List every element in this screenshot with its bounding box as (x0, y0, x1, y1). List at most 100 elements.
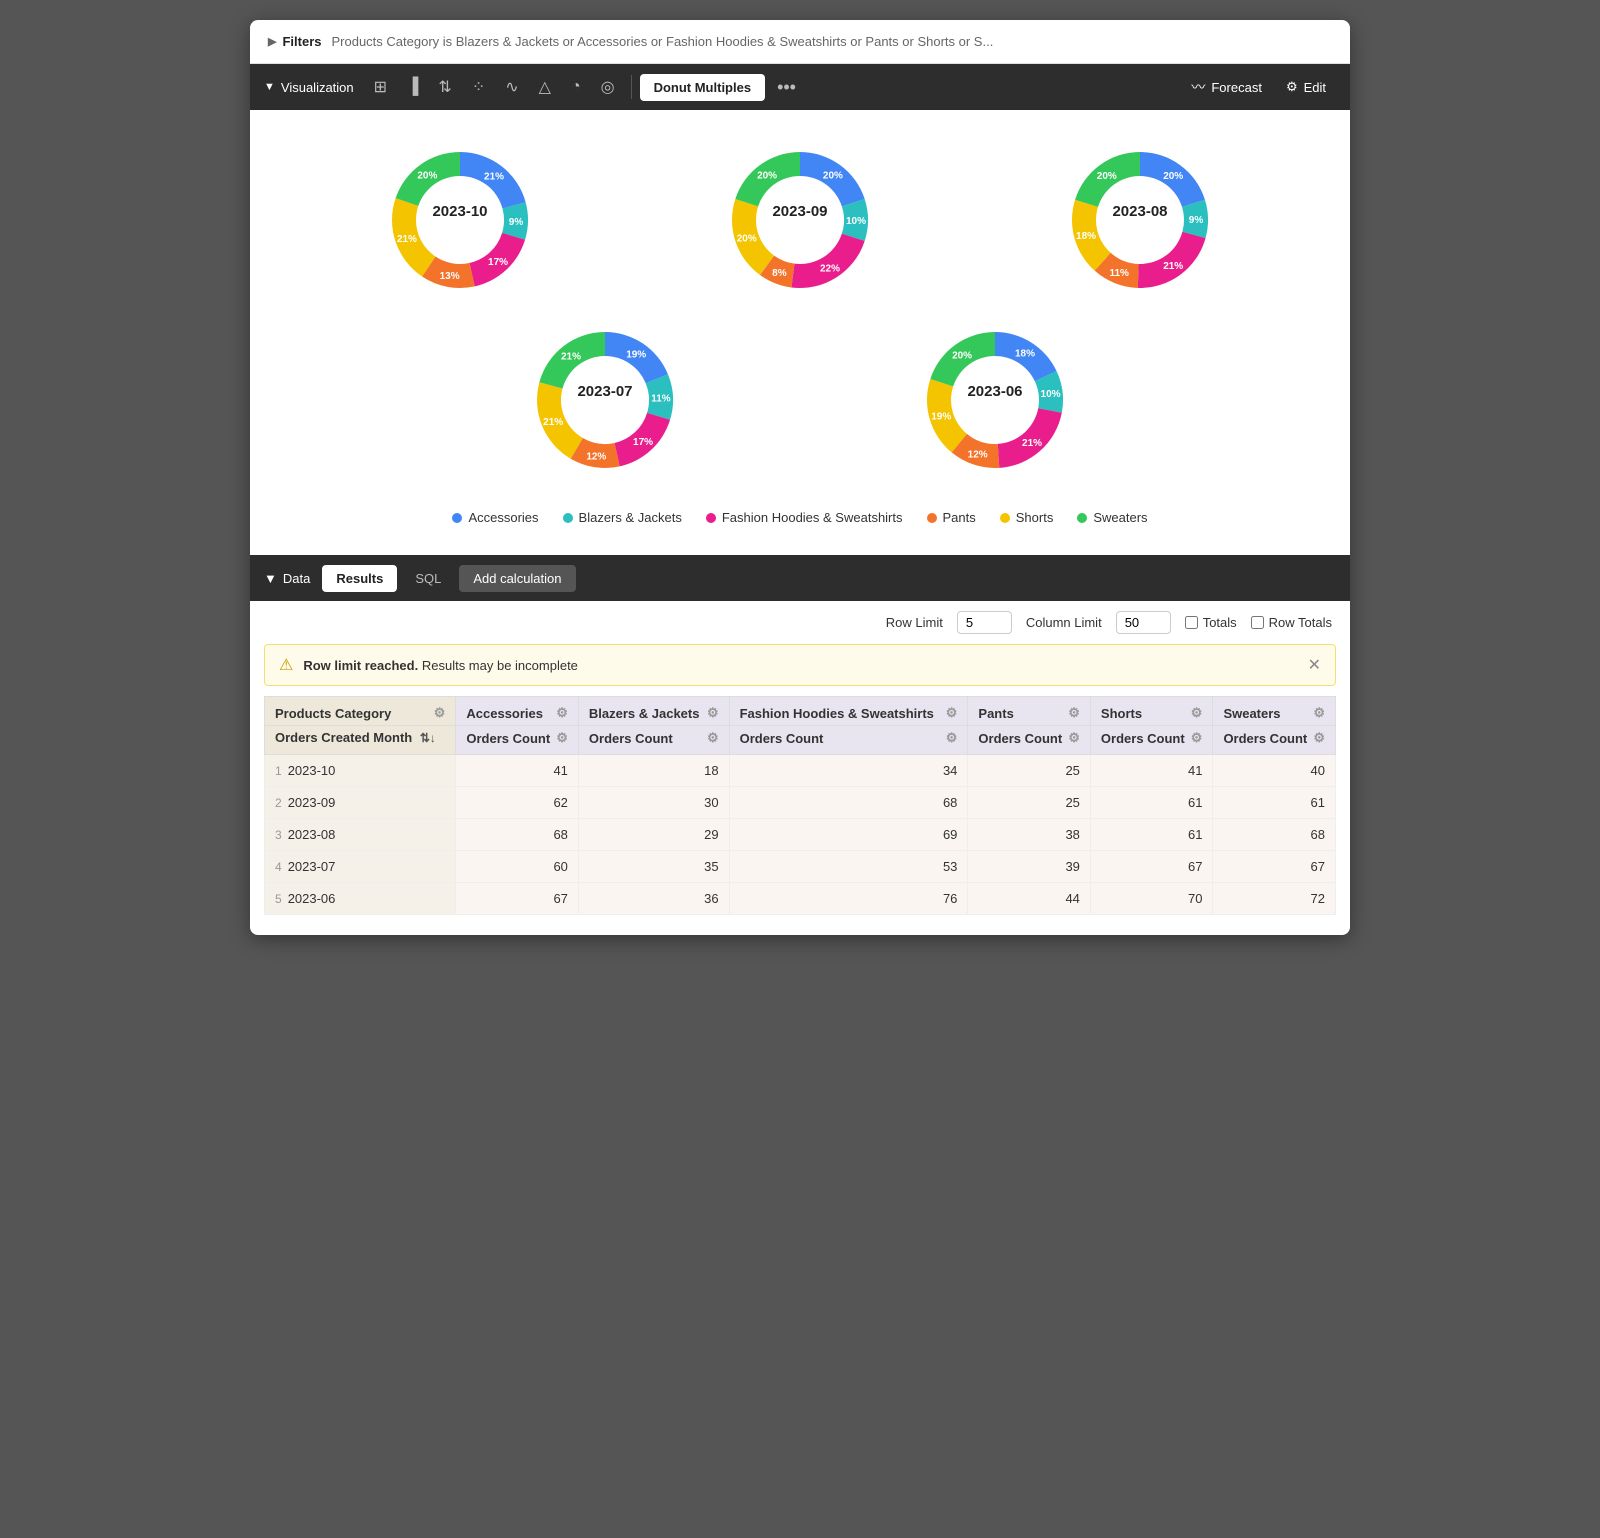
legend-item-fashion[interactable]: Fashion Hoodies & Sweatshirts (706, 510, 903, 525)
cell-shorts-4: 67 (1090, 851, 1213, 883)
th-accessories: Accessories ⚙ Orders Count ⚙ (456, 697, 579, 755)
th-pants-sub: Orders Count (978, 731, 1062, 746)
svg-text:21%: 21% (1022, 438, 1042, 449)
totals-label: Totals (1203, 615, 1237, 630)
svg-text:21%: 21% (484, 172, 504, 183)
th-shorts-sub-gear-icon[interactable]: ⚙ (1191, 730, 1203, 746)
legend-item-blazers[interactable]: Blazers & Jackets (563, 510, 682, 525)
warning-close-icon[interactable]: ✕ (1308, 655, 1321, 675)
th-fashion-sub-gear-icon[interactable]: ⚙ (946, 730, 958, 746)
totals-checkbox-label[interactable]: Totals (1185, 615, 1237, 630)
col-limit-label: Column Limit (1026, 615, 1102, 630)
cell-blazers-3: 29 (578, 819, 729, 851)
edit-icon: ⚙ (1286, 79, 1298, 95)
th-sweaters: Sweaters ⚙ Orders Count ⚙ (1213, 697, 1336, 755)
th-blazers-gear-icon[interactable]: ⚙ (707, 705, 719, 721)
th-shorts-gear-icon[interactable]: ⚙ (1191, 705, 1203, 721)
th-pants-label: Pants (978, 706, 1013, 721)
donut-2023-10: 21%9%17%13%21%20% 2023-10 (380, 140, 540, 300)
th-products-sort-icon[interactable]: ⇅↓ (420, 731, 436, 745)
th-pants: Pants ⚙ Orders Count ⚙ (968, 697, 1091, 755)
cell-shorts-5: 70 (1090, 883, 1213, 915)
legend-dot-pants (927, 513, 937, 523)
cell-accessories-4: 60 (456, 851, 579, 883)
data-table-wrapper: Products Category ⚙ Orders Created Month… (250, 696, 1350, 935)
col-limit-input[interactable] (1116, 611, 1171, 634)
th-pants-sub-gear-icon[interactable]: ⚙ (1068, 730, 1080, 746)
row-totals-checkbox[interactable] (1251, 616, 1264, 629)
th-blazers-sub-gear-icon[interactable]: ⚙ (707, 730, 719, 746)
viz-label[interactable]: ▼ Visualization (264, 80, 354, 95)
th-blazers-sub: Orders Count (589, 731, 673, 746)
forecast-icon: 〰 (1191, 77, 1205, 97)
svg-text:2023-06: 2023-06 (967, 383, 1022, 400)
svg-text:10%: 10% (1041, 389, 1061, 400)
row-totals-checkbox-label[interactable]: Row Totals (1251, 615, 1332, 630)
th-sweaters-gear-icon[interactable]: ⚙ (1313, 705, 1325, 721)
svg-text:21%: 21% (397, 234, 417, 245)
th-blazers: Blazers & Jackets ⚙ Orders Count ⚙ (578, 697, 729, 755)
th-pants-gear-icon[interactable]: ⚙ (1068, 705, 1080, 721)
legend-item-pants[interactable]: Pants (927, 510, 976, 525)
cell-month-3: 32023-08 (265, 819, 456, 851)
viz-line-icon[interactable]: ∿ (497, 71, 526, 103)
viz-donut-multiples-button[interactable]: Donut Multiples (640, 74, 766, 101)
cell-fashion-2: 68 (729, 787, 968, 819)
warning-left: ⚠ Row limit reached. Results may be inco… (279, 655, 578, 675)
th-products: Products Category ⚙ Orders Created Month… (265, 697, 456, 755)
filters-label[interactable]: ▶ Filters (268, 34, 321, 49)
sql-tab[interactable]: SQL (401, 565, 455, 592)
svg-text:2023-09: 2023-09 (772, 203, 827, 220)
th-products-gear-icon[interactable]: ⚙ (434, 705, 446, 721)
cell-sweaters-4: 67 (1213, 851, 1336, 883)
svg-text:17%: 17% (633, 437, 653, 448)
cell-fashion-5: 76 (729, 883, 968, 915)
cell-blazers-1: 18 (578, 755, 729, 787)
viz-separator (631, 75, 632, 99)
table-row: 32023-08 68 29 69 38 61 68 (265, 819, 1336, 851)
viz-table-icon[interactable]: ⊞ (366, 71, 395, 103)
viz-map-icon[interactable]: ◎ (593, 71, 623, 103)
th-sweaters-sub-gear-icon[interactable]: ⚙ (1313, 730, 1325, 746)
th-products-sub: Orders Created Month ⇅↓ (275, 730, 436, 745)
svg-text:20%: 20% (757, 171, 777, 182)
edit-button[interactable]: ⚙ Edit (1276, 73, 1336, 101)
legend-item-shorts[interactable]: Shorts (1000, 510, 1054, 525)
svg-text:9%: 9% (1189, 215, 1204, 226)
filters-bar: ▶ Filters Products Category is Blazers &… (250, 20, 1350, 64)
forecast-button[interactable]: 〰 Forecast (1181, 71, 1272, 103)
forecast-label: Forecast (1211, 80, 1262, 95)
legend-item-sweaters[interactable]: Sweaters (1077, 510, 1147, 525)
cell-pants-1: 25 (968, 755, 1091, 787)
cell-month-5: 52023-06 (265, 883, 456, 915)
th-fashion-gear-icon[interactable]: ⚙ (946, 705, 958, 721)
svg-text:11%: 11% (1109, 268, 1129, 279)
row-limit-input[interactable] (957, 611, 1012, 634)
add-calculation-button[interactable]: Add calculation (459, 565, 575, 592)
totals-checkbox[interactable] (1185, 616, 1198, 629)
cell-month-1: 12023-10 (265, 755, 456, 787)
th-accessories-gear-icon[interactable]: ⚙ (556, 705, 568, 721)
table-row: 12023-10 41 18 34 25 41 40 (265, 755, 1336, 787)
svg-text:20%: 20% (952, 351, 972, 362)
th-fashion-label: Fashion Hoodies & Sweatshirts (740, 706, 934, 721)
cell-sweaters-2: 61 (1213, 787, 1336, 819)
legend-dot-fashion (706, 513, 716, 523)
th-accessories-sub-gear-icon[interactable]: ⚙ (556, 730, 568, 746)
th-shorts-sub: Orders Count (1101, 731, 1185, 746)
viz-area-icon[interactable]: △ (531, 71, 559, 103)
legend-item-accessories[interactable]: Accessories (452, 510, 538, 525)
cell-pants-5: 44 (968, 883, 1091, 915)
data-label[interactable]: ▼ Data (264, 571, 310, 586)
viz-bar-icon[interactable]: ▐ (399, 72, 426, 102)
donut-2023-07: 19%11%17%12%21%21% 2023-07 (525, 320, 685, 480)
results-tab[interactable]: Results (322, 565, 397, 592)
viz-scatter-icon[interactable]: ⁘ (464, 71, 493, 103)
svg-text:10%: 10% (846, 216, 866, 227)
legend-label-pants: Pants (943, 510, 976, 525)
legend-label-accessories: Accessories (468, 510, 538, 525)
viz-clock-icon[interactable]: ◔ (563, 72, 589, 102)
viz-more-icon[interactable]: ••• (769, 77, 804, 98)
viz-sort-icon[interactable]: ⇅ (430, 71, 459, 103)
th-fashion: Fashion Hoodies & Sweatshirts ⚙ Orders C… (729, 697, 968, 755)
